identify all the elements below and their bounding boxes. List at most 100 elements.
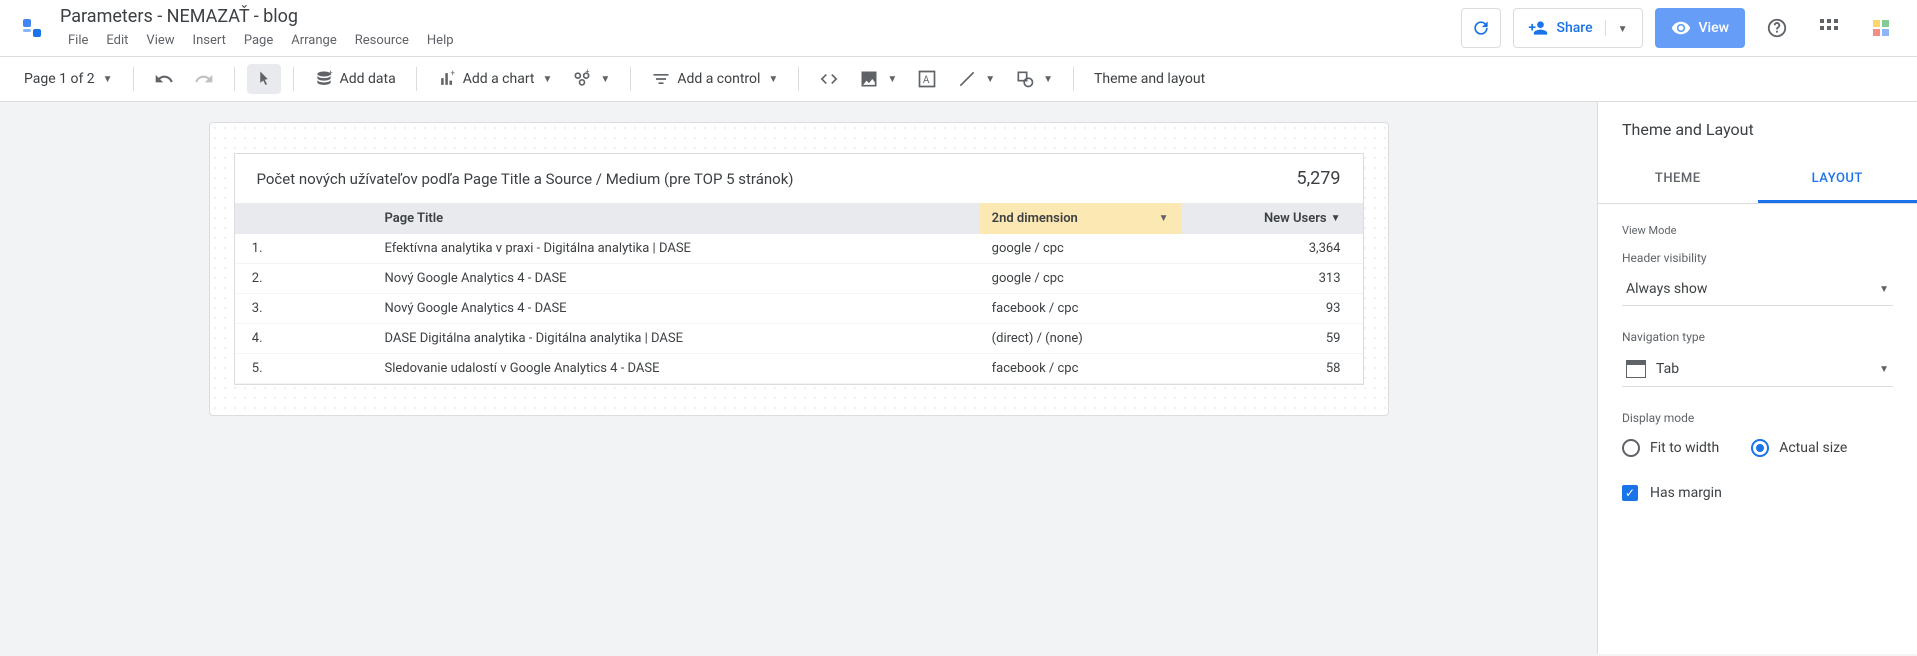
help-button[interactable] <box>1757 8 1797 48</box>
menu-page[interactable]: Page <box>236 31 281 50</box>
menu-insert[interactable]: Insert <box>185 31 234 50</box>
account-button[interactable] <box>1861 8 1901 48</box>
report-canvas[interactable]: Počet nových užívateľov podľa Page Title… <box>209 122 1389 416</box>
shape-icon <box>1015 69 1035 89</box>
add-chart-button[interactable]: + Add a chart ▼ <box>429 63 561 95</box>
row-index: 2. <box>235 264 275 294</box>
tab-theme[interactable]: THEME <box>1598 157 1758 203</box>
view-label: View <box>1699 20 1730 36</box>
radio-icon <box>1622 439 1640 457</box>
cell-new-users: 59 <box>1181 324 1363 354</box>
embed-button[interactable] <box>811 63 847 95</box>
group-icon: + <box>572 69 592 89</box>
filter-icon <box>651 69 671 89</box>
text-button[interactable]: A <box>909 63 945 95</box>
table-row[interactable]: 4. DASE Digitálna analytika - Digitálna … <box>235 324 1363 354</box>
menu-view[interactable]: View <box>138 31 182 50</box>
person-add-icon <box>1528 18 1548 38</box>
menu-arrange[interactable]: Arrange <box>283 31 344 50</box>
cell-page-title: Sledovanie udalostí v Google Analytics 4… <box>275 354 980 384</box>
sort-descending-icon: ▼ <box>1331 213 1341 224</box>
radio-fit-to-width[interactable]: Fit to width <box>1622 439 1719 457</box>
undo-icon <box>154 69 174 89</box>
svg-text:+: + <box>450 69 455 79</box>
doc-title[interactable]: Parameters - NEMAZAŤ - blog <box>60 6 1461 27</box>
radio-checked-icon <box>1751 439 1769 457</box>
chevron-down-icon: ▼ <box>768 74 778 85</box>
row-index: 4. <box>235 324 275 354</box>
line-button[interactable]: ▼ <box>949 63 1003 95</box>
row-index: 3. <box>235 294 275 324</box>
menu-resource[interactable]: Resource <box>347 31 417 50</box>
cell-new-users: 313 <box>1181 264 1363 294</box>
view-button[interactable]: View <box>1655 8 1746 48</box>
redo-icon <box>194 69 214 89</box>
apps-button[interactable] <box>1809 8 1849 48</box>
share-dropdown[interactable]: ▼ <box>1605 20 1628 36</box>
row-index: 5. <box>235 354 275 384</box>
sidebar-title: Theme and Layout <box>1598 102 1917 157</box>
column-page-title[interactable]: Page Title <box>275 203 980 234</box>
header-visibility-select[interactable]: Always show ▼ <box>1622 273 1893 306</box>
chevron-down-icon: ▼ <box>543 74 553 85</box>
cell-page-title: DASE Digitálna analytika - Digitálna ana… <box>275 324 980 354</box>
display-mode-label: Display mode <box>1622 411 1893 425</box>
table-chart[interactable]: Počet nových užívateľov podľa Page Title… <box>234 153 1364 385</box>
cell-dimension: (direct) / (none) <box>980 324 1181 354</box>
tab-layout[interactable]: LAYOUT <box>1758 157 1917 203</box>
add-data-button[interactable]: + Add data <box>306 63 404 95</box>
select-tool[interactable] <box>247 64 281 94</box>
tab-icon <box>1626 360 1646 378</box>
chevron-down-icon: ▼ <box>1159 213 1169 224</box>
cell-new-users: 93 <box>1181 294 1363 324</box>
table-row[interactable]: 1. Efektívna analytika v praxi - Digitál… <box>235 234 1363 264</box>
cell-new-users: 3,364 <box>1181 234 1363 264</box>
checkbox-checked-icon: ✓ <box>1622 485 1638 501</box>
add-control-button[interactable]: Add a control ▼ <box>643 63 786 95</box>
cell-dimension: google / cpc <box>980 234 1181 264</box>
menu-file[interactable]: File <box>60 31 96 50</box>
has-margin-checkbox[interactable]: ✓ Has margin <box>1622 485 1893 501</box>
navigation-type-label: Navigation type <box>1622 330 1893 344</box>
help-icon <box>1766 17 1788 39</box>
line-icon <box>957 69 977 89</box>
community-viz-button[interactable]: + ▼ <box>564 63 618 95</box>
chevron-down-icon: ▼ <box>1043 74 1053 85</box>
chart-icon: + <box>437 69 457 89</box>
page-selector[interactable]: Page 1 of 2 ▼ <box>16 65 121 93</box>
toolbar: Page 1 of 2 ▼ + Add data + Add a chart ▼… <box>0 56 1917 101</box>
table-row[interactable]: 2. Nový Google Analytics 4 - DASE google… <box>235 264 1363 294</box>
svg-text:A: A <box>923 75 930 86</box>
redo-button[interactable] <box>186 63 222 95</box>
chevron-down-icon: ▼ <box>985 74 995 85</box>
header-visibility-label: Header visibility <box>1622 251 1893 265</box>
table-row[interactable]: 5. Sledovanie udalostí v Google Analytic… <box>235 354 1363 384</box>
menu-edit[interactable]: Edit <box>98 31 136 50</box>
cell-page-title: Nový Google Analytics 4 - DASE <box>275 294 980 324</box>
logo[interactable] <box>16 12 48 44</box>
chevron-down-icon: ▼ <box>887 74 897 85</box>
column-dimension[interactable]: 2nd dimension ▼ <box>980 203 1181 234</box>
account-icon <box>1869 16 1893 40</box>
radio-actual-size[interactable]: Actual size <box>1751 439 1847 457</box>
refresh-button[interactable] <box>1461 8 1501 48</box>
database-icon: + <box>314 69 334 89</box>
share-label: Share <box>1556 20 1592 36</box>
table-row[interactable]: 3. Nový Google Analytics 4 - DASE facebo… <box>235 294 1363 324</box>
apps-icon <box>1820 19 1838 37</box>
column-new-users[interactable]: New Users ▼ <box>1181 203 1363 234</box>
image-button[interactable]: ▼ <box>851 63 905 95</box>
navigation-type-select[interactable]: Tab ▼ <box>1622 352 1893 387</box>
share-button[interactable]: Share ▼ <box>1513 8 1642 48</box>
theme-layout-button[interactable]: Theme and layout <box>1086 65 1213 93</box>
row-index: 1. <box>235 234 275 264</box>
cursor-icon <box>255 70 273 88</box>
chevron-down-icon: ▼ <box>1879 364 1889 375</box>
cell-dimension: facebook / cpc <box>980 294 1181 324</box>
image-icon <box>859 69 879 89</box>
shape-button[interactable]: ▼ <box>1007 63 1061 95</box>
undo-button[interactable] <box>146 63 182 95</box>
canvas-area[interactable]: Počet nových užívateľov podľa Page Title… <box>0 102 1597 654</box>
text-icon: A <box>917 69 937 89</box>
menu-help[interactable]: Help <box>419 31 462 50</box>
